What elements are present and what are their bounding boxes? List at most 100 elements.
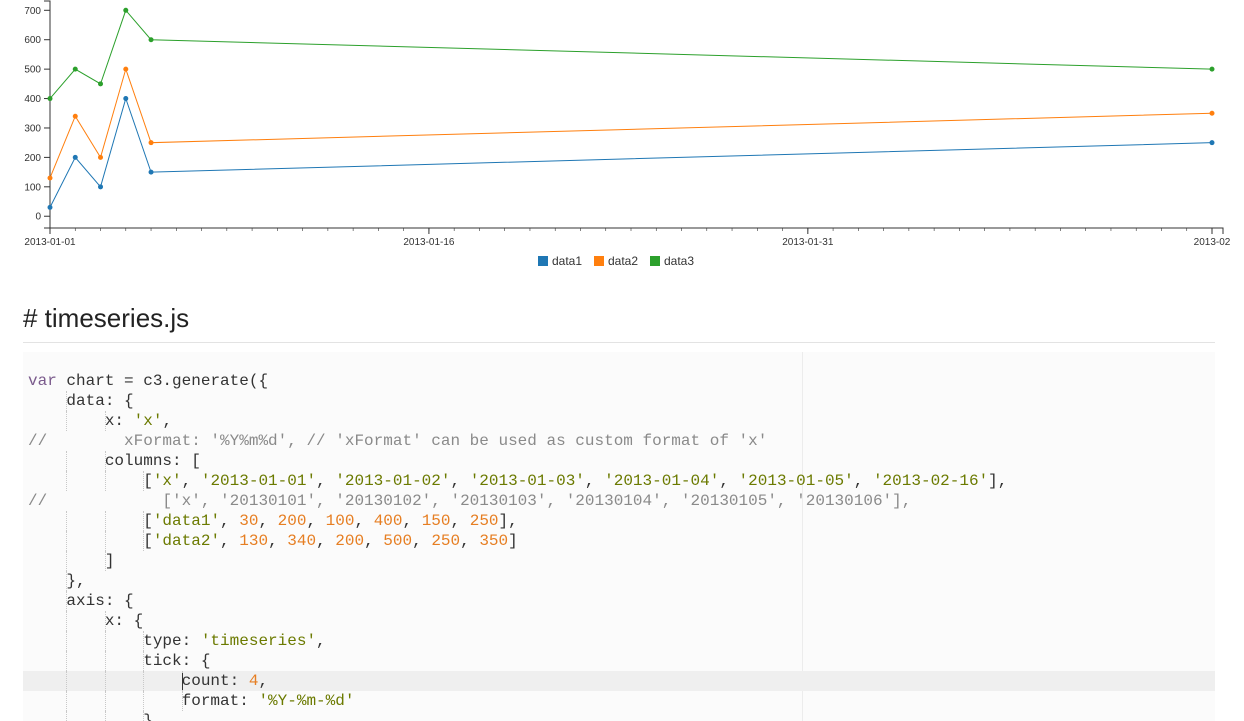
code-token-plain: ,: [258, 512, 278, 530]
code-token-plain: ,: [402, 512, 422, 530]
indent-guide: [66, 691, 68, 711]
indent-guide: [104, 671, 106, 691]
code-editor[interactable]: var chart = c3.generate({ data: { x: 'x'…: [23, 352, 1215, 721]
x-axis-line: [49, 227, 1224, 234]
code-token-string: 'data1': [152, 512, 221, 530]
y-axis-line: [44, 0, 51, 229]
code-token-number: 350: [479, 532, 509, 550]
code-line[interactable]: ['data1', 30, 200, 100, 400, 150, 250],: [23, 511, 1215, 531]
legend-swatch-data3: [650, 256, 660, 266]
series-line-data2: [49, 67, 1213, 179]
code-token-plain: ,: [450, 512, 470, 530]
code-token-plain: ],: [498, 512, 518, 530]
code-line[interactable]: tick: {: [23, 651, 1215, 671]
indent-guide: [66, 391, 68, 411]
data-point-data3: [98, 81, 104, 87]
indent-guide: [66, 591, 68, 611]
code-token-string: '2013-01-03': [469, 472, 585, 490]
code-token-plain: ,: [181, 472, 201, 490]
indent-guide: [104, 691, 106, 711]
code-line[interactable]: ]: [23, 551, 1215, 571]
data-point-data1: [47, 204, 53, 210]
indent-guide: [104, 651, 106, 671]
code-line[interactable]: },: [23, 571, 1215, 591]
code-token-string: 'data2': [152, 532, 221, 550]
code-line[interactable]: ['data2', 130, 340, 200, 500, 250, 350]: [23, 531, 1215, 551]
code-line[interactable]: ['x', '2013-01-01', '2013-01-02', '2013-…: [23, 471, 1215, 491]
code-line[interactable]: // xFormat: '%Y%m%d', // 'xFormat' can b…: [23, 431, 1215, 451]
indent-guide: [66, 631, 68, 651]
code-lines: var chart = c3.generate({ data: { x: 'x'…: [23, 371, 1215, 721]
indent-guide: [66, 571, 68, 591]
code-line[interactable]: // ['x', '20130101', '20130102', '201301…: [23, 491, 1215, 511]
series-line-data3: [49, 9, 1213, 99]
code-line[interactable]: axis: {: [23, 591, 1215, 611]
x-tick-label: 2013-01-31: [782, 237, 834, 248]
x-tick-label: 2013-02: [1194, 237, 1231, 248]
code-token-number: 340: [287, 532, 317, 550]
data-point-data2: [98, 154, 104, 160]
data-point-data2: [1209, 110, 1215, 116]
indent-guide: [104, 511, 106, 531]
y-tick-label: 300: [24, 123, 41, 134]
code-token-comment: // xFormat: '%Y%m%d', // 'xFormat' can b…: [28, 432, 768, 450]
indent-guide: [66, 411, 68, 431]
code-token-number: 500: [383, 532, 413, 550]
legend-label-data2: data2: [608, 254, 638, 268]
code-token-keyword: var: [28, 372, 57, 390]
indent-guide: [66, 531, 68, 551]
code-token-comment: // ['x', '20130101', '20130102', '201301…: [28, 492, 912, 510]
code-token-string: '%Y-%m-%d': [258, 692, 355, 710]
code-token-plain: ,: [450, 472, 470, 490]
code-line-active[interactable]: count: 4,: [23, 671, 1215, 691]
code-line[interactable]: format: '%Y-%m-%d': [23, 691, 1215, 711]
code-line[interactable]: }: [23, 711, 1215, 721]
code-token-number: 250: [469, 512, 499, 530]
data-point-data1: [72, 154, 78, 160]
indent-guide: [104, 471, 106, 491]
code-token-number: 4: [248, 672, 259, 690]
data-point-data2: [148, 140, 154, 146]
legend-label-data3: data3: [664, 254, 694, 268]
code-line[interactable]: data: {: [23, 391, 1215, 411]
code-token-plain: ,: [258, 672, 269, 690]
data-point-data2: [72, 113, 78, 119]
code-line[interactable]: x: 'x',: [23, 411, 1215, 431]
code-token-string: '2013-02-16': [872, 472, 989, 490]
code-token-number: 200: [335, 532, 365, 550]
indent-guide: [104, 451, 106, 471]
indent-guide: [104, 711, 106, 721]
indent-guide: [143, 711, 145, 721]
section-divider: [23, 342, 1215, 343]
indent-guide: [143, 671, 145, 691]
line-chart: 0 100 200 300 400 500 600 700 2013-01-01 2013-01-…: [24, 0, 1231, 268]
code-token-string: '2013-01-04': [604, 472, 720, 490]
code-line[interactable]: x: {: [23, 611, 1215, 631]
data-point-data3: [1209, 66, 1215, 72]
code-token-plain: ,: [316, 532, 336, 550]
code-token-plain: }: [28, 712, 153, 721]
code-token-plain: [: [28, 512, 153, 530]
code-token-plain: },: [28, 572, 86, 590]
code-token-number: 150: [421, 512, 451, 530]
indent-guide: [66, 551, 68, 571]
indent-guide: [143, 511, 145, 531]
indent-guide: [66, 471, 68, 491]
code-line[interactable]: type: 'timeseries',: [23, 631, 1215, 651]
code-token-plain: chart = c3.generate({: [56, 372, 269, 390]
data-point-data1: [1209, 140, 1215, 146]
code-token-number: 30: [239, 512, 259, 530]
code-token-plain: ,: [316, 632, 326, 650]
code-line[interactable]: columns: [: [23, 451, 1215, 471]
code-token-plain: ,: [719, 472, 739, 490]
indent-guide: [66, 651, 68, 671]
data-point-data1: [148, 169, 154, 175]
indent-guide: [104, 631, 106, 651]
code-token-plain: [: [28, 532, 153, 550]
code-token-plain: ]: [508, 532, 518, 550]
code-line[interactable]: var chart = c3.generate({: [23, 371, 1215, 391]
series-line-data1: [49, 96, 1213, 208]
legend-swatch-data2: [594, 256, 604, 266]
code-token-plain: ,: [364, 532, 384, 550]
code-token-plain: ,: [220, 532, 240, 550]
